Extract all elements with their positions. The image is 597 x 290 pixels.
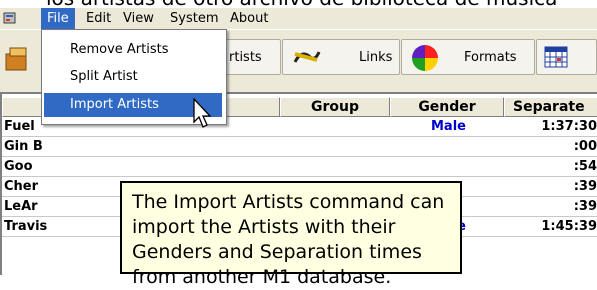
library-icon[interactable] — [2, 44, 32, 74]
formats-button[interactable]: Formats — [401, 39, 535, 75]
calendar-grid-icon — [544, 46, 568, 68]
menu-edit[interactable]: Edit — [80, 8, 117, 29]
menu-view[interactable]: View — [117, 8, 160, 29]
artist-separation: 1:37:30 — [541, 119, 597, 134]
links-button-label: Links — [359, 50, 393, 65]
app-system-icon[interactable] — [3, 11, 18, 25]
artist-separation: :54 — [573, 159, 597, 174]
column-header-group[interactable]: Group — [280, 97, 390, 117]
artist-name: Gin B — [4, 139, 43, 154]
caption-strip: los artistas de otro archivo de bibliote… — [0, 0, 597, 8]
artist-separation: :39 — [573, 199, 597, 214]
artist-separation: :00 — [573, 139, 597, 154]
artist-name: Cher — [4, 179, 39, 194]
artist-name: Fuel — [4, 119, 35, 134]
artist-separation: :39 — [573, 179, 597, 194]
mouse-pointer-icon — [193, 98, 212, 128]
artists-button-label: rtists — [229, 50, 262, 65]
menu-system[interactable]: System — [164, 8, 224, 29]
calendar-button[interactable] — [536, 39, 597, 75]
help-tooltip: The Import Artists command can import th… — [120, 181, 462, 288]
menu-item-split-artist[interactable]: Split Artist — [44, 65, 222, 89]
caption-text: los artistas de otro archivo de bibliote… — [46, 0, 557, 8]
artist-name: Travis — [4, 219, 48, 234]
artists-button[interactable]: rtists — [225, 39, 281, 75]
formats-icon — [412, 45, 438, 71]
artist-gender: Male — [431, 119, 466, 134]
artist-name: Goo — [4, 159, 33, 174]
column-header-separate[interactable]: Separate — [504, 97, 597, 117]
column-header-gender[interactable]: Gender — [390, 97, 504, 117]
artist-name: LeAr — [4, 199, 38, 214]
artist-separation: 1:45:39 — [541, 219, 597, 234]
links-icon — [293, 51, 321, 63]
table-row[interactable]: Gin B :00 — [2, 137, 597, 157]
links-button[interactable]: Links — [282, 39, 400, 75]
menu-bar: File Edit View System About — [0, 8, 597, 29]
menu-item-remove-artists[interactable]: Remove Artists — [44, 38, 222, 62]
menu-file[interactable]: File — [41, 8, 75, 29]
formats-button-label: Formats — [464, 50, 517, 65]
table-row[interactable]: Goo :54 — [2, 157, 597, 177]
menu-about[interactable]: About — [224, 8, 274, 29]
